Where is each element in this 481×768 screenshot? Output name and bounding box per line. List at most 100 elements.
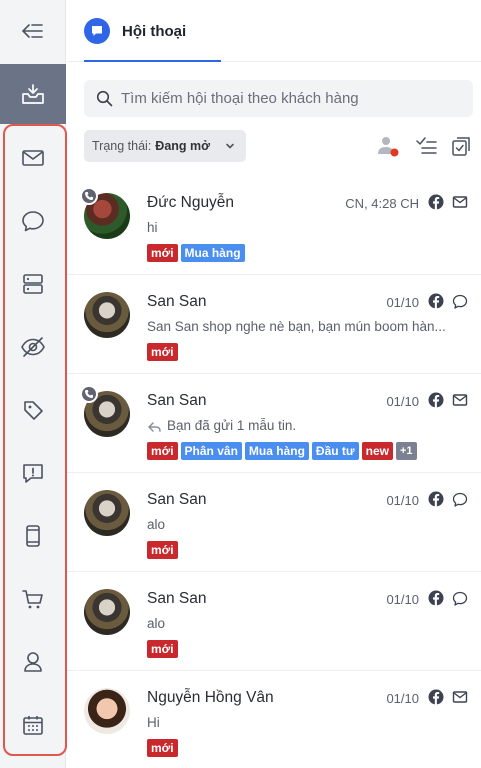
- tab-label: Hội thoại: [122, 22, 187, 40]
- conversation-time: 01/10: [386, 394, 419, 409]
- tag-badge[interactable]: mới: [147, 343, 178, 361]
- avatar: [84, 589, 130, 635]
- sidebar-item-cart[interactable]: [0, 579, 66, 619]
- search-box: [84, 80, 473, 117]
- report-icon: [23, 464, 43, 483]
- phone-icon: [80, 385, 98, 403]
- select-mode-button[interactable]: [449, 134, 473, 158]
- calendar-icon: [23, 716, 43, 735]
- checklist-icon: [416, 137, 437, 154]
- chat-bubble-icon: [22, 211, 44, 232]
- conversation-time: CN, 4:28 CH: [345, 196, 419, 211]
- conversation-row[interactable]: San San 01/10 Bạn đã gửi 1 mẫu tin. mới Phân…: [67, 375, 481, 473]
- user-status-icon: [378, 137, 399, 157]
- tag-badge[interactable]: mới: [147, 739, 178, 757]
- tag-badge[interactable]: Phân vân: [180, 442, 242, 460]
- assign-filter-button[interactable]: [376, 134, 400, 158]
- conversation-time: 01/10: [386, 691, 419, 706]
- customer-name: San San: [147, 590, 207, 607]
- customer-name: San San: [147, 392, 207, 409]
- conversation-row[interactable]: San San 01/10 alo mới: [67, 474, 481, 572]
- tag-badge[interactable]: +1: [395, 442, 417, 460]
- message-preview: hi: [147, 220, 158, 235]
- sidebar-item-server[interactable]: [0, 264, 66, 304]
- mail-icon: [452, 195, 468, 214]
- tag-list: mới: [147, 541, 178, 559]
- conversation-row[interactable]: Nguyễn Hồng Vân 01/10 Hi mới: [67, 672, 481, 768]
- customer-name: Đức Nguyễn: [147, 194, 235, 211]
- tag-badge[interactable]: Mua hàng: [180, 244, 245, 262]
- tag-badge[interactable]: new: [361, 442, 393, 460]
- facebook-icon: [428, 590, 444, 611]
- tab-active-indicator: [84, 60, 221, 62]
- facebook-icon: [428, 689, 444, 710]
- tag-list: mới: [147, 343, 178, 361]
- conversation-row[interactable]: San San 01/10 San San shop nghe nè bạn, bạ…: [67, 276, 481, 374]
- tag-badge[interactable]: mới: [147, 244, 178, 262]
- sidebar-item-hidden[interactable]: [0, 327, 66, 367]
- sidebar-item-calendar[interactable]: [0, 705, 66, 745]
- mail-icon: [452, 690, 468, 709]
- user-icon: [24, 652, 42, 672]
- tag-list: mới Mua hàng: [147, 244, 245, 262]
- tag-list: mới: [147, 640, 178, 658]
- search-icon: [96, 90, 113, 107]
- collapse-sidebar-button[interactable]: [0, 0, 66, 62]
- facebook-icon: [428, 293, 444, 314]
- inbox-icon: [22, 84, 44, 104]
- tag-list: mới: [147, 739, 178, 757]
- sidebar-item-customers[interactable]: [0, 642, 66, 682]
- chevron-down-icon: [226, 143, 234, 149]
- tab-conversations[interactable]: Hội thoại: [84, 0, 221, 62]
- customer-name: Nguyễn Hồng Vân: [147, 689, 274, 706]
- reply-icon: [147, 420, 162, 438]
- message-preview: San San shop nghe nè bạn, bạn mún boom h…: [147, 319, 446, 334]
- sidebar-item-chat[interactable]: [0, 201, 66, 241]
- sidebar-item-reports[interactable]: [0, 453, 66, 493]
- tag-badge[interactable]: mới: [147, 640, 178, 658]
- mobile-icon: [26, 525, 40, 547]
- conversation-row[interactable]: San San 01/10 alo mới: [67, 573, 481, 671]
- customer-name: San San: [147, 491, 207, 508]
- collapse-icon: [21, 24, 43, 38]
- message-preview: Bạn đã gửi 1 mẫu tin.: [167, 418, 297, 433]
- status-filter-dropdown[interactable]: Trạng thái: Đang mở: [84, 130, 246, 162]
- sidebar-item-tags[interactable]: [0, 390, 66, 430]
- sidebar-item-mail[interactable]: [0, 138, 66, 178]
- facebook-icon: [428, 194, 444, 215]
- tag-badge[interactable]: Mua hàng: [244, 442, 309, 460]
- search-input[interactable]: [121, 90, 451, 107]
- customer-name: San San: [147, 293, 207, 310]
- sidebar: [0, 0, 67, 768]
- filter-label: Trạng thái:: [92, 139, 152, 153]
- mail-icon: [452, 393, 468, 412]
- done-filter-button[interactable]: [414, 134, 438, 158]
- facebook-icon: [428, 491, 444, 512]
- chat-bubble-icon: [84, 18, 110, 44]
- tag-list: mới Phân vân Mua hàng Đầu tư new +1: [147, 442, 417, 460]
- server-icon: [23, 274, 43, 294]
- filter-value: Đang mở: [155, 139, 211, 153]
- avatar: [84, 688, 130, 734]
- facebook-icon: [428, 392, 444, 413]
- eye-off-icon: [21, 337, 45, 357]
- message-preview: Hi: [147, 715, 160, 730]
- chat-bubble-icon: [452, 591, 468, 611]
- sidebar-item-mobile[interactable]: [0, 516, 66, 556]
- conversation-time: 01/10: [386, 592, 419, 607]
- avatar: [84, 292, 130, 338]
- phone-icon: [80, 187, 98, 205]
- tag-badge[interactable]: Đầu tư: [311, 442, 359, 460]
- message-preview: alo: [147, 616, 166, 631]
- conversation-row[interactable]: Đức Nguyễn CN, 4:28 CH hi mới Mua hàng: [67, 177, 481, 275]
- chat-bubble-icon: [452, 294, 468, 314]
- tag-badge[interactable]: mới: [147, 442, 178, 460]
- tag-icon: [24, 401, 43, 420]
- cart-icon: [22, 590, 43, 609]
- mail-icon: [22, 150, 44, 166]
- avatar: [84, 490, 130, 536]
- header: Hội thoại: [67, 0, 481, 62]
- conversation-time: 01/10: [386, 493, 419, 508]
- sidebar-item-inbox[interactable]: [0, 64, 66, 124]
- tag-badge[interactable]: mới: [147, 541, 178, 559]
